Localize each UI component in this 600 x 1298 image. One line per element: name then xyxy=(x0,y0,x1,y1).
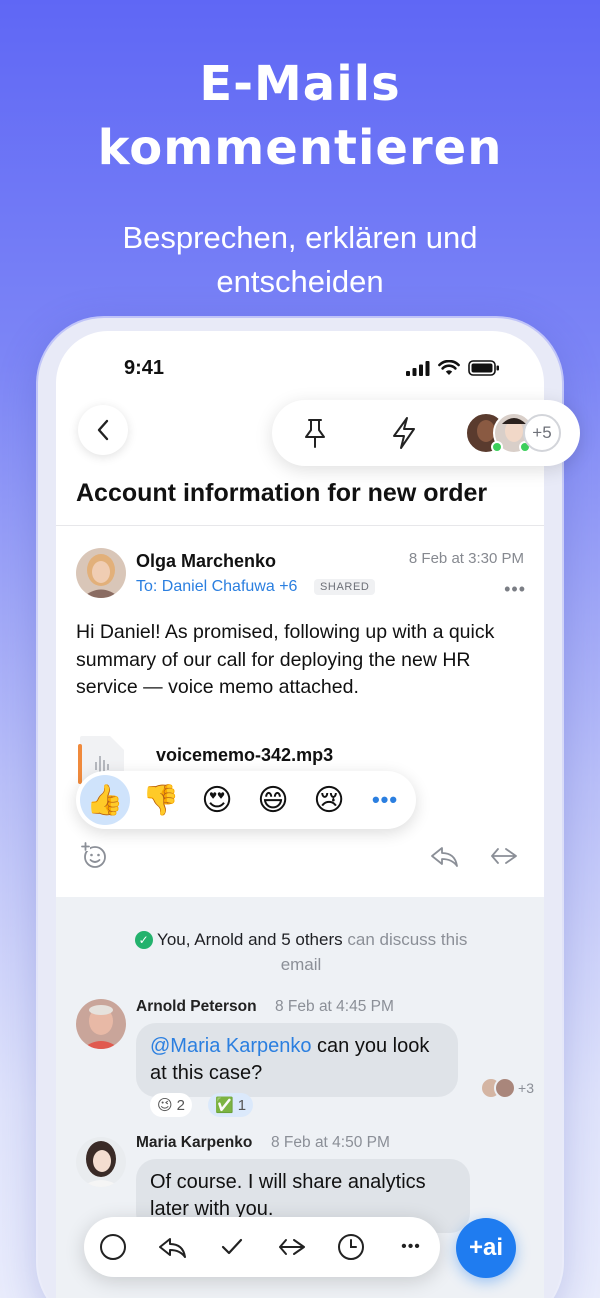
done-button[interactable] xyxy=(214,1229,250,1265)
more-icon: ••• xyxy=(401,1238,421,1255)
pin-icon xyxy=(305,419,325,448)
ai-button[interactable]: +ai xyxy=(456,1218,516,1278)
reaction-picker: 👍 👎 😍 😄 😢 ••• xyxy=(76,771,416,829)
participants-more-count: +5 xyxy=(532,423,552,442)
comment-reaction-chip[interactable]: 😉 2 xyxy=(150,1093,192,1117)
checkmark-icon xyxy=(221,1238,243,1255)
recipients-link[interactable]: To: Daniel Chafuwa +6 xyxy=(136,578,297,596)
add-emoji-icon xyxy=(81,842,106,868)
promo-subline-line2: entscheiden xyxy=(216,264,384,299)
comment-reaction-count: 2 xyxy=(176,1096,185,1114)
email-body: Hi Daniel! As promised, following up wit… xyxy=(76,621,495,698)
status-icons xyxy=(406,360,500,376)
toolbar-forward-button[interactable] xyxy=(274,1229,310,1265)
participants-avatars xyxy=(465,412,561,454)
forward-button[interactable] xyxy=(488,841,520,876)
sender-name[interactable]: Olga Marchenko xyxy=(136,551,276,572)
seen-more-count: +3 xyxy=(518,1080,534,1096)
toolbar-reply-button[interactable] xyxy=(154,1229,190,1265)
seen-by[interactable]: +3 xyxy=(480,1077,534,1099)
comment-author: Arnold Peterson xyxy=(136,998,257,1015)
comment-reaction-emoji: 😉 xyxy=(157,1097,173,1114)
add-reaction-button[interactable] xyxy=(80,841,110,876)
comment-text: Of course. I will share analytics later … xyxy=(150,1171,426,1220)
forward-icon xyxy=(491,848,517,864)
promo-headline: E-Mails kommentieren xyxy=(0,52,600,180)
phone-screen: 9:41 Account information for new order O… xyxy=(56,331,544,1298)
forward-icon xyxy=(279,1239,305,1255)
status-time: 9:41 xyxy=(124,357,165,379)
reaction-grin[interactable]: 😄 xyxy=(248,775,298,825)
reply-icon xyxy=(159,1238,186,1258)
comment-bubble[interactable]: @Maria Karpenko can you look at this cas… xyxy=(136,1023,458,1097)
promo-subline-line1: Besprechen, erklären und xyxy=(122,220,478,255)
thread-actions-pill: +5 xyxy=(272,400,580,466)
seen-avatars xyxy=(480,1077,517,1099)
quick-actions-button[interactable] xyxy=(386,415,422,451)
email-more-button[interactable]: ••• xyxy=(504,579,526,600)
promo-headline-line2: kommentieren xyxy=(97,120,503,176)
discussion-note: ✓ You, Arnold and 5 others can discuss t… xyxy=(116,927,486,977)
comment-author: Maria Karpenko xyxy=(136,1134,253,1151)
snooze-button[interactable] xyxy=(333,1229,369,1265)
signal-icon xyxy=(406,361,430,376)
reaction-thumbs-up[interactable]: 👍 xyxy=(80,775,130,825)
mark-button[interactable] xyxy=(95,1229,131,1265)
divider xyxy=(56,525,544,526)
comment-date: 8 Feb at 4:50 PM xyxy=(271,1134,390,1151)
bottom-toolbar: ••• xyxy=(84,1217,440,1277)
battery-icon xyxy=(468,360,499,376)
clock-icon xyxy=(338,1234,364,1260)
participants-button[interactable]: +5 xyxy=(464,410,574,456)
promo-subline: Besprechen, erklären und entscheiden xyxy=(0,216,600,304)
shared-badge: SHARED xyxy=(314,579,376,595)
email-date: 8 Feb at 3:30 PM xyxy=(408,550,524,567)
reaction-thumbs-down[interactable]: 👎 xyxy=(136,775,186,825)
promo-headline-line1: E-Mails xyxy=(199,56,401,112)
back-button[interactable] xyxy=(78,405,128,455)
mention-link[interactable]: @Maria Karpenko xyxy=(150,1035,311,1057)
pin-button[interactable] xyxy=(297,415,333,451)
chevron-left-icon xyxy=(97,419,109,441)
reaction-cry[interactable]: 😢 xyxy=(304,775,354,825)
lightning-icon xyxy=(393,417,415,449)
reaction-heart-eyes[interactable]: 😍 xyxy=(192,775,242,825)
toolbar-more-button[interactable]: ••• xyxy=(393,1229,429,1265)
circle-icon xyxy=(100,1234,126,1260)
comment-avatar[interactable] xyxy=(76,999,126,1049)
sender-avatar[interactable] xyxy=(76,548,126,598)
comment-reaction-count: 1 xyxy=(237,1096,247,1114)
reply-icon xyxy=(431,847,458,867)
comment-date: 8 Feb at 4:45 PM xyxy=(275,998,394,1015)
email-subject: Account information for new order xyxy=(76,479,488,507)
discussion-participants: You, Arnold and 5 others xyxy=(157,930,343,949)
status-bar: 9:41 xyxy=(56,331,544,401)
comment-avatar[interactable] xyxy=(76,1137,126,1187)
comment-reaction-emoji: ✅ xyxy=(215,1097,234,1114)
reply-all-button[interactable] xyxy=(428,841,460,876)
comment-reaction-chip[interactable]: ✅ 1 xyxy=(208,1093,254,1117)
check-icon: ✓ xyxy=(134,931,153,949)
attachment-name[interactable]: voicememo-342.mp3 xyxy=(156,745,333,766)
reaction-more-button[interactable]: ••• xyxy=(360,775,410,825)
wifi-icon xyxy=(438,360,460,375)
